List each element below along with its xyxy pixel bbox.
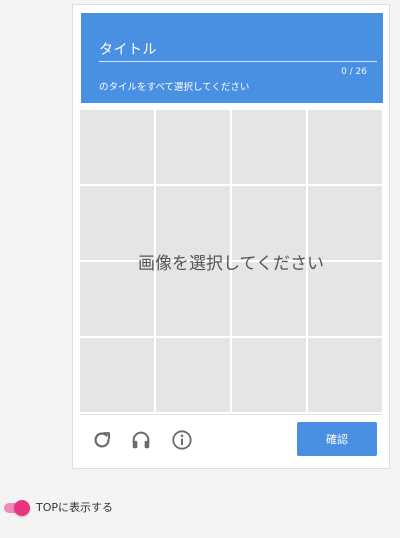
image-tile[interactable]: [156, 262, 230, 336]
image-tile[interactable]: [80, 186, 154, 260]
headphones-icon[interactable]: [130, 429, 152, 451]
image-tile[interactable]: [80, 110, 154, 184]
image-tile[interactable]: [232, 110, 306, 184]
footer-divider: [80, 414, 382, 415]
header-divider: [99, 61, 377, 62]
image-tile[interactable]: [156, 186, 230, 260]
image-tile[interactable]: [232, 262, 306, 336]
selection-counter: 0 / 26: [341, 67, 367, 77]
captcha-header: タイトル 0 / 26 のタイルをすべて選択してください: [81, 13, 383, 103]
image-tile[interactable]: [80, 338, 154, 412]
image-tile[interactable]: [156, 338, 230, 412]
captcha-instruction: のタイルをすべて選択してください: [99, 82, 250, 93]
show-on-top-toggle[interactable]: [4, 500, 32, 516]
show-on-top-label: TOPに表示する: [36, 501, 114, 514]
image-tile[interactable]: [80, 262, 154, 336]
image-tile[interactable]: [308, 262, 382, 336]
image-tile[interactable]: [156, 110, 230, 184]
image-tile[interactable]: [232, 186, 306, 260]
tile-grid: [80, 110, 382, 412]
info-icon[interactable]: [171, 429, 193, 451]
image-tile[interactable]: [308, 110, 382, 184]
image-tile[interactable]: [232, 338, 306, 412]
image-tile[interactable]: [308, 338, 382, 412]
image-tile[interactable]: [308, 186, 382, 260]
confirm-button[interactable]: 確認: [297, 422, 377, 456]
captcha-title: タイトル: [99, 42, 157, 58]
reload-icon[interactable]: [91, 429, 113, 451]
toggle-knob: [14, 500, 30, 516]
